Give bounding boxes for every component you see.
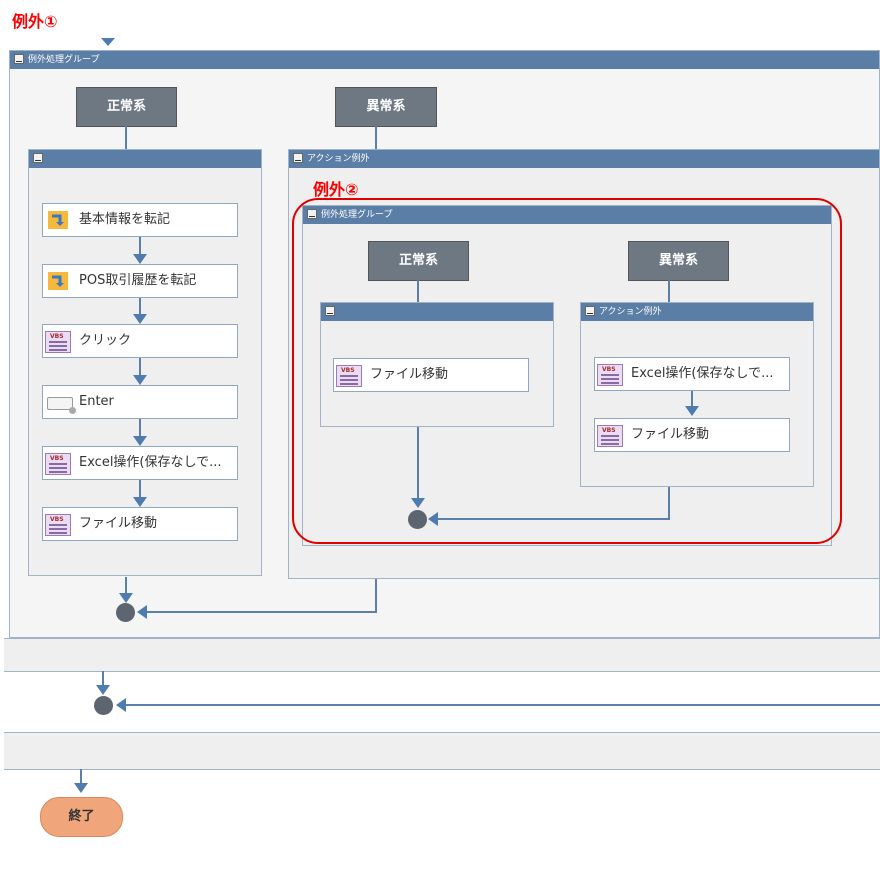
action-excel-operation[interactable]: VBS Excel操作(保存なしで... xyxy=(42,446,238,480)
down-arrow xyxy=(133,497,147,507)
connector xyxy=(139,480,141,498)
connector xyxy=(139,358,141,376)
action-transfer-pos-history[interactable]: POS取引履歴を転記 xyxy=(42,264,238,298)
connector xyxy=(125,126,127,149)
connector xyxy=(139,419,141,437)
outer-exception-branch[interactable]: 異常系 xyxy=(335,87,437,127)
vbs-script-icon: VBS xyxy=(45,331,71,353)
vbs-script-icon: VBS xyxy=(45,453,71,475)
outer-group-header[interactable]: 例外処理グループ xyxy=(10,51,879,69)
action-click[interactable]: VBS クリック xyxy=(42,324,238,358)
down-arrow xyxy=(133,314,147,324)
end-node[interactable]: 終了 xyxy=(40,797,123,837)
action-file-move[interactable]: VBS ファイル移動 xyxy=(42,507,238,541)
connector xyxy=(139,298,141,315)
incoming-arrow xyxy=(101,38,115,46)
collapse-icon[interactable] xyxy=(14,54,24,64)
vbs-script-icon: VBS xyxy=(45,514,71,536)
down-arrow xyxy=(133,375,147,385)
transfer-icon xyxy=(48,272,68,290)
connector xyxy=(124,704,880,706)
group-footer-band-2 xyxy=(4,732,880,770)
down-arrow xyxy=(133,436,147,446)
normal-panel-header[interactable] xyxy=(29,150,261,168)
collapse-icon[interactable] xyxy=(293,153,303,163)
connector xyxy=(139,237,141,255)
annotation-exception-2: 例外② xyxy=(313,180,359,199)
left-arrow xyxy=(137,605,147,619)
action-label: クリック xyxy=(79,333,132,348)
merge-node xyxy=(94,696,113,715)
action-label: 基本情報を転記 xyxy=(79,212,171,227)
annotation-exception-1: 例外① xyxy=(12,12,58,31)
action-label: Excel操作(保存なしで... xyxy=(79,455,222,470)
keyboard-icon xyxy=(47,397,76,414)
left-arrow xyxy=(116,698,126,712)
action-label: Enter xyxy=(79,394,114,409)
connector xyxy=(125,577,127,594)
action-label: POS取引履歴を転記 xyxy=(79,273,197,288)
connector xyxy=(145,611,377,613)
outer-merge-node xyxy=(116,603,135,622)
highlight-box xyxy=(292,198,842,544)
down-arrow xyxy=(96,685,110,695)
action-enter[interactable]: Enter xyxy=(42,385,238,419)
down-arrow xyxy=(74,783,88,793)
connector xyxy=(375,579,377,612)
connector xyxy=(102,671,104,686)
exception-panel-header[interactable]: アクション例外 xyxy=(289,150,879,168)
down-arrow xyxy=(119,593,133,603)
exception-panel-title: アクション例外 xyxy=(307,154,370,164)
action-label: ファイル移動 xyxy=(79,516,158,531)
connector xyxy=(375,126,377,149)
transfer-icon xyxy=(48,211,68,229)
collapse-icon[interactable] xyxy=(33,152,43,163)
group-footer-band xyxy=(4,638,880,672)
outer-normal-branch[interactable]: 正常系 xyxy=(76,87,177,127)
down-arrow xyxy=(133,254,147,264)
action-transfer-basic-info[interactable]: 基本情報を転記 xyxy=(42,203,238,237)
outer-group-title: 例外処理グループ xyxy=(28,55,100,65)
